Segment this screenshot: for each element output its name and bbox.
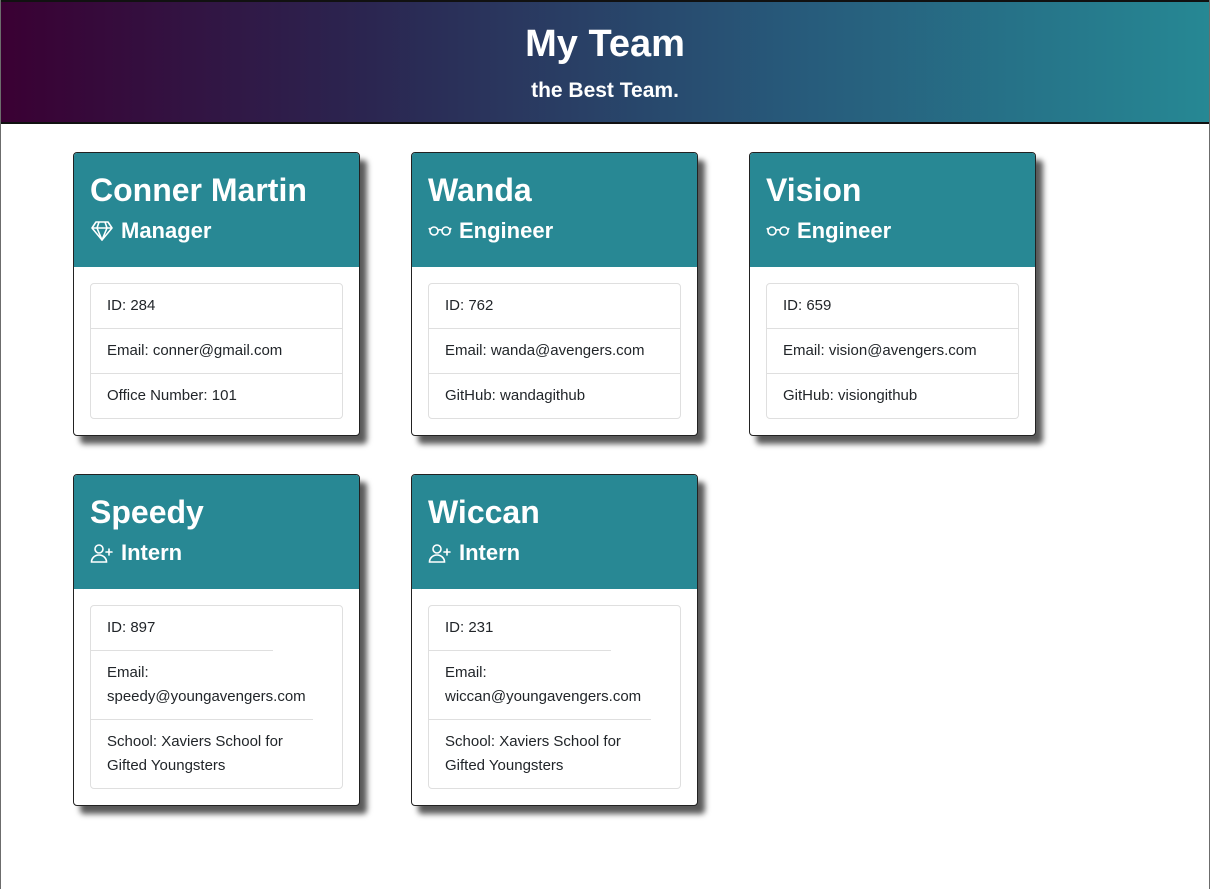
role-label: Engineer <box>459 218 554 243</box>
id-item: ID: 897 <box>107 619 156 636</box>
info-list: ID: 231 Email: wiccan@youngavengers.com … <box>428 605 681 789</box>
info-list: ID: 762 Email: wanda@avengers.com GitHub… <box>428 283 681 419</box>
email-item: Email: wanda@avengers.com <box>429 328 680 373</box>
card-body: ID: 284 Email: conner@gmail.com Office N… <box>74 267 359 435</box>
employee-card: Conner Martin Manager ID: 284 Email: con… <box>73 152 360 436</box>
id-item: ID: 231 <box>445 619 494 636</box>
office-number-item: Office Number: 101 <box>91 373 342 418</box>
page-header: My Team the Best Team. <box>1 0 1209 124</box>
card-body: ID: 897 Email: speedy@youngavengers.com … <box>74 589 359 805</box>
role-label: Intern <box>459 540 521 565</box>
user-plus-icon <box>90 544 113 563</box>
info-list: ID: 284 Email: conner@gmail.com Office N… <box>90 283 343 419</box>
role-label: Engineer <box>797 218 892 243</box>
card-body: ID: 659 Email: vision@avengers.com GitHu… <box>750 267 1035 435</box>
employee-name: Wanda <box>428 172 532 208</box>
card-header: Wanda Engineer <box>412 153 697 267</box>
employee-name: Vision <box>766 172 862 208</box>
page-subtitle: the Best Team. <box>531 79 679 102</box>
role-label: Intern <box>121 540 183 565</box>
glasses-icon <box>766 226 790 236</box>
card-header: Conner Martin Manager <box>74 153 359 267</box>
page-title: My Team <box>525 23 685 65</box>
user-plus-icon <box>428 544 451 563</box>
info-list: ID: 897 Email: speedy@youngavengers.com … <box>90 605 343 789</box>
employee-name: Conner Martin <box>90 172 307 208</box>
info-list: ID: 659 Email: vision@avengers.com GitHu… <box>766 283 1019 419</box>
school-item: School: Xaviers School for Gifted Youngs… <box>429 719 651 788</box>
email-item: Email: wiccan@youngavengers.com <box>429 650 641 719</box>
employee-name: Speedy <box>90 494 204 530</box>
employee-role: Intern <box>90 538 343 568</box>
id-item: ID: 659 <box>783 297 832 314</box>
employee-role: Intern <box>428 538 681 568</box>
email-item: Email: conner@gmail.com <box>91 328 342 373</box>
employee-card: Vision Engineer ID: 659 Email: vision@av… <box>749 152 1036 436</box>
employee-name: Wiccan <box>428 494 540 530</box>
github-item: GitHub: visiongithub <box>767 373 1018 418</box>
employee-card: Wanda Engineer ID: 762 Email: wanda@aven… <box>411 152 698 436</box>
school-item: School: Xaviers School for Gifted Youngs… <box>91 719 313 788</box>
card-header: Vision Engineer <box>750 153 1035 267</box>
employee-card: Speedy Intern ID: 897 Email: speedy@youn… <box>73 474 360 806</box>
email-item: Email: speedy@youngavengers.com <box>91 650 306 719</box>
id-item: ID: 762 <box>445 297 494 314</box>
card-body: ID: 231 Email: wiccan@youngavengers.com … <box>412 589 697 805</box>
card-header: Wiccan Intern <box>412 475 697 589</box>
employee-role: Manager <box>90 216 343 246</box>
employee-role: Engineer <box>766 216 1019 246</box>
card-body: ID: 762 Email: wanda@avengers.com GitHub… <box>412 267 697 435</box>
employee-role: Engineer <box>428 216 681 246</box>
gem-icon <box>91 221 113 241</box>
github-item: GitHub: wandagithub <box>429 373 680 418</box>
id-item: ID: 284 <box>107 297 156 314</box>
role-label: Manager <box>121 218 212 243</box>
card-header: Speedy Intern <box>74 475 359 589</box>
employee-card: Wiccan Intern ID: 231 Email: wiccan@youn… <box>411 474 698 806</box>
email-item: Email: vision@avengers.com <box>767 328 1018 373</box>
glasses-icon <box>428 226 452 236</box>
